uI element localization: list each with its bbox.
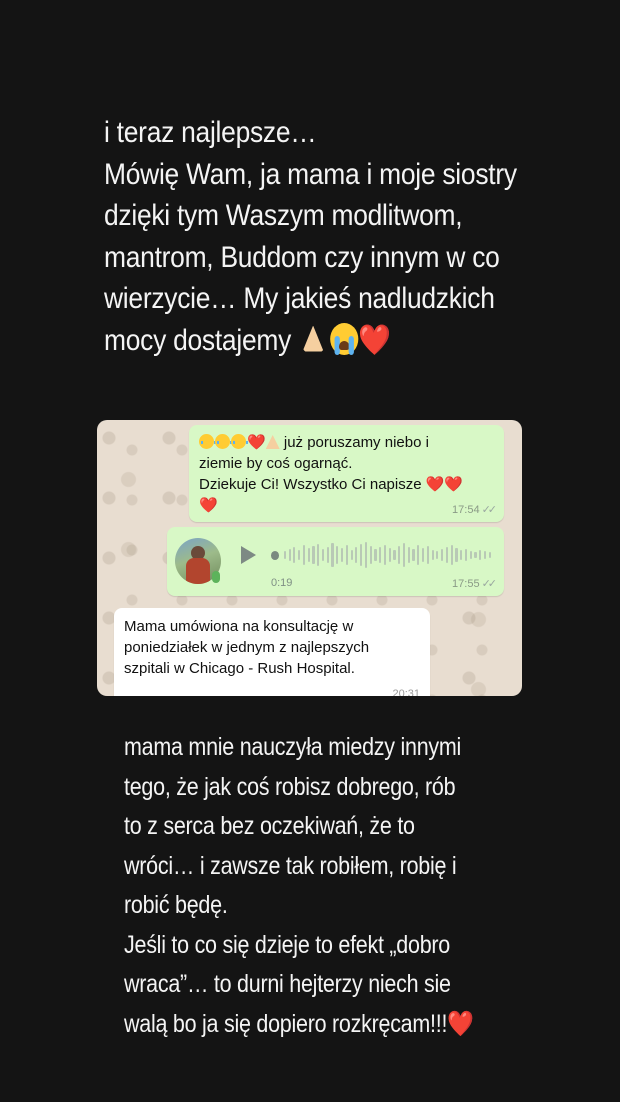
folded-hands-icon (298, 324, 328, 354)
waveform-bar (307, 548, 310, 562)
waveform-bar (374, 549, 377, 561)
caption-line: tego, że jak coś robisz dobrego, rób (124, 772, 456, 801)
outgoing-message: ❤️ już poruszamy niebo i ziemie by coś o… (189, 425, 504, 522)
caption-line: wróci… i zawsze tak robiłem, robię i (124, 851, 457, 880)
voice-duration: 0:19 (271, 577, 293, 589)
folded-hands-icon (265, 435, 280, 449)
caption-line: Mówię Wam, ja mama i moje siostry (104, 157, 517, 191)
caption-line: robić będę. (124, 891, 228, 919)
waveform-bar (345, 545, 348, 565)
story-caption-bottom: mama mnie nauczyła miedzy innymi tego, ż… (124, 728, 485, 1044)
waveform-bar (407, 547, 410, 563)
red-heart-icon: ❤️ (357, 323, 391, 357)
red-heart-icon: ❤️ (199, 497, 218, 514)
message-line: Mama umówiona na konsultację w (124, 618, 354, 635)
voice-message: 0:19 17:55 ✓✓ (167, 527, 504, 596)
caption-line: mama mnie nauczyła miedzy innymi (124, 733, 462, 761)
waveform-bar (464, 549, 468, 561)
message-line: ziemie by coś ogarnąć. (199, 455, 353, 472)
waveform-bar (331, 543, 334, 567)
waveform-bar (450, 545, 453, 565)
waveform-bar (317, 544, 320, 566)
waveform-bar (412, 549, 415, 561)
waveform-bar (369, 546, 372, 564)
waveform-bar (469, 551, 472, 559)
message-time: 17:54 ✓✓ (452, 503, 498, 516)
caption-line: dzięki tym Waszym modlitwom, (104, 199, 463, 232)
caption-line: wierzycie… My jakieś nadludzkich (104, 282, 495, 315)
red-heart-icon: ❤️ (425, 476, 445, 493)
waveform-bar (398, 546, 401, 564)
waveform-bar (426, 546, 429, 564)
waveform-bar (288, 549, 291, 561)
message-line: poniedziałek w jednym z najlepszych (124, 639, 370, 656)
waveform-bar (379, 547, 382, 563)
waveform-bar (302, 545, 306, 565)
waveform-bar (360, 544, 363, 566)
waveform-bar (355, 547, 358, 563)
waveform-bar (479, 550, 482, 560)
message-text: Mama umówiona na konsultację w poniedzia… (124, 616, 424, 679)
caption-line: to z serca bez oczekiwań, że to (124, 812, 415, 840)
waveform-bar (293, 547, 296, 563)
message-time-text: 17:54 (452, 504, 480, 516)
red-heart-icon: ❤️ (444, 476, 464, 493)
caption-line-last: walą bo ja się dopiero rozkręcam!!!❤️ (124, 1005, 485, 1045)
waveform-bar (441, 549, 444, 561)
incoming-message: Mama umówiona na konsultację w poniedzia… (114, 608, 430, 696)
waveform-bar (417, 545, 420, 565)
message-line: już poruszamy niebo i (283, 434, 429, 451)
waveform-bar (321, 549, 325, 561)
caption-line: wraca”… to durni hejterzy niech sie (124, 970, 451, 998)
waveform-bar (283, 551, 286, 559)
waveform-bar (445, 547, 448, 563)
waveform-bar (436, 551, 439, 559)
read-ticks-icon: ✓✓ (481, 504, 498, 516)
read-ticks-icon: ✓✓ (481, 578, 498, 590)
loudly-crying-face-icon (199, 434, 216, 449)
message-line: szpitali w Chicago - Rush Hospital. (124, 660, 355, 677)
waveform-bar (474, 552, 477, 558)
waveform-bar (340, 548, 344, 562)
avatar-body (186, 558, 210, 584)
playhead-dot[interactable] (271, 550, 280, 560)
loudly-crying-face-icon (231, 434, 248, 449)
waveform-bar (431, 550, 434, 560)
chat-screenshot: ❤️ już poruszamy niebo i ziemie by coś o… (97, 420, 522, 696)
message-line: Dziekuje Ci! Wszystko Ci napisze (199, 476, 422, 493)
play-button[interactable] (241, 546, 256, 564)
caption-line-text: mocy dostajemy (104, 323, 292, 357)
microphone-icon (212, 571, 220, 583)
waveform-bar (364, 542, 367, 568)
caption-line: Jeśli to co się dzieje to efekt „dobro (124, 930, 451, 959)
waveform-bar (402, 543, 406, 567)
waveform-bar (388, 548, 391, 562)
message-time: 20:31 (392, 688, 420, 696)
waveform-bar (326, 547, 329, 563)
waveform-bar (460, 550, 463, 560)
voice-waveform[interactable] (271, 541, 491, 569)
waveform-bar (393, 550, 396, 560)
waveform-bar (421, 548, 425, 562)
story-caption-top: i teraz najlepsze… Mówię Wam, ja mama i … (104, 112, 518, 361)
red-heart-icon: ❤️ (247, 434, 266, 451)
waveform-bar (488, 552, 491, 558)
waveform-bar (455, 548, 458, 562)
waveform-bar (350, 550, 353, 560)
caption-line-text: walą bo ja się dopiero rozkręcam!!! (124, 1009, 448, 1038)
message-time: 17:55 ✓✓ (452, 577, 498, 590)
waveform-bar (483, 551, 487, 559)
waveform-bar (312, 546, 315, 564)
waveform-bar (336, 546, 339, 564)
loudly-crying-face-icon (329, 322, 358, 355)
waveform-bar (298, 550, 301, 560)
waveform-bar (383, 545, 387, 565)
loudly-crying-face-icon (215, 434, 232, 449)
red-heart-icon: ❤️ (447, 1009, 474, 1038)
caption-line: mantrom, Buddom czy innym w co (104, 240, 500, 274)
message-time-text: 17:55 (452, 578, 480, 590)
caption-line-last: mocy dostajemy ❤️ (104, 320, 518, 362)
caption-line: i teraz najlepsze… (104, 116, 317, 149)
